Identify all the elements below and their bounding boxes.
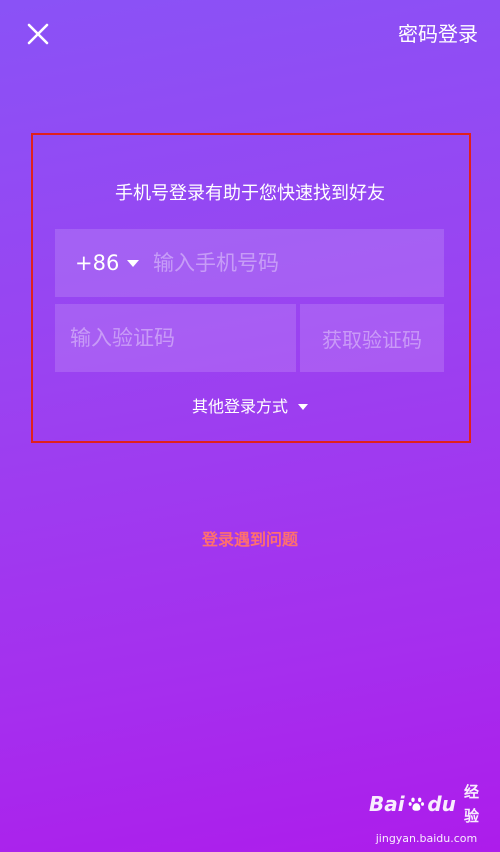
verification-code-row: 获取验证码 [55,304,444,372]
country-code-value: +86 [75,251,120,275]
login-problem-link[interactable]: 登录遇到问题 [0,528,500,552]
watermark-brand-right: du [427,792,456,816]
phone-number-input[interactable] [153,229,433,297]
get-code-button[interactable]: 获取验证码 [300,304,444,372]
chevron-down-icon [127,259,140,267]
verification-code-input[interactable] [55,304,296,372]
close-button[interactable] [22,18,54,50]
chevron-down-icon [298,404,308,410]
watermark-brand-suffix: 经验 [463,783,479,825]
close-icon [27,23,49,45]
country-code-selector[interactable]: +86 [75,229,140,297]
phone-input-row: +86 [55,229,444,297]
baidu-jingyan-watermark: Bai du 经验 jingyan.baidu.com [369,780,484,846]
other-login-methods-button[interactable]: 其他登录方式 [0,395,500,419]
watermark-brand-left: Bai [369,792,405,816]
login-subtitle: 手机号登录有助于您快速找到好友 [115,183,385,204]
other-login-methods-label: 其他登录方式 [191,397,288,416]
baidu-paw-icon [408,797,424,811]
watermark-url: jingyan.baidu.com [375,832,478,845]
password-login-link[interactable]: 密码登录 [398,20,478,48]
